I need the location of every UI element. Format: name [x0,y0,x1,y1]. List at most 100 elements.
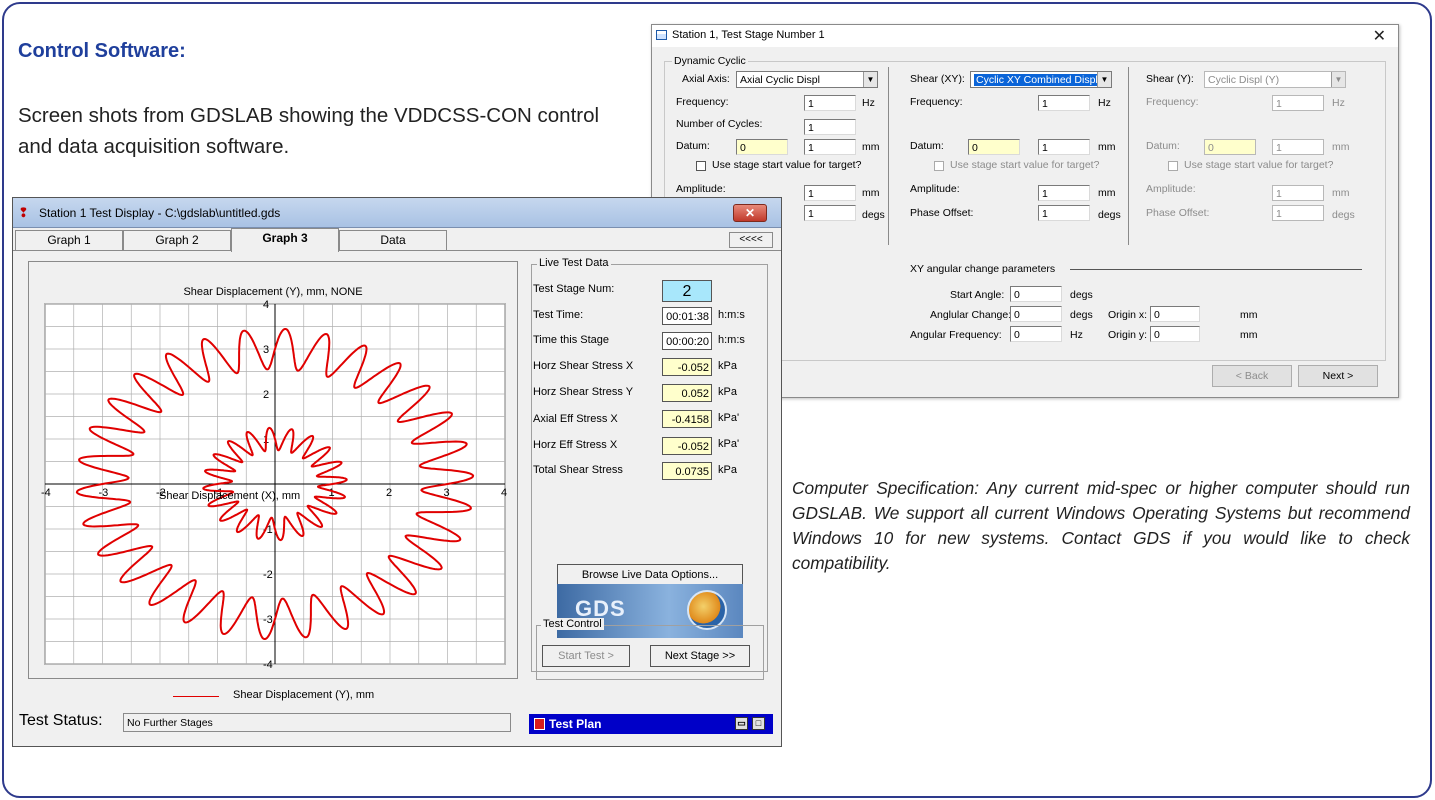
datum-label: Datum: [910,140,944,152]
dialog-app-icon [656,30,667,40]
description-text: Screen shots from GDSLAB showing the VDD… [18,104,600,158]
shear-y-select[interactable]: Cyclic Displ (Y) ▼ [1204,71,1346,88]
use-start-label: Use stage start value for target? [1184,159,1334,171]
start-angle-field[interactable]: 0 [1010,286,1062,302]
use-start-checkbox[interactable] [934,161,944,171]
close-icon[interactable]: ✕ [733,204,767,222]
y-tick-label: -2 [263,569,273,581]
y-tick-label: 4 [263,299,269,311]
live-label-stage: Test Stage Num: [533,283,615,295]
amplitude-label: Amplitude: [1146,183,1196,195]
frequency-unit: Hz [1098,97,1111,109]
datum-field-b[interactable]: 1 [804,139,856,155]
origin-y-label: Origin y: [1108,329,1148,341]
browse-live-data-button[interactable]: Browse Live Data Options... [557,564,743,586]
frequency-label: Frequency: [910,96,963,108]
live-unit-horz-eff: kPa' [718,438,740,450]
test-display-window: ❢ Station 1 Test Display - C:\gdslab\unt… [12,197,782,747]
legend-label: Shear Displacement (Y), mm [233,689,375,701]
chevron-down-icon: ▼ [1097,72,1111,87]
live-label-shear-y: Horz Shear Stress Y [533,386,634,398]
tab-graph-2[interactable]: Graph 2 [123,230,231,250]
phase-offset-label: Phase Offset: [910,207,974,219]
chevron-down-icon: ▼ [1331,72,1345,87]
live-value-total-shear: 0.0735 [662,462,712,480]
phase-offset-label: Phase Offset: [1146,207,1210,219]
phase-field[interactable]: 1 [1272,205,1324,221]
amplitude-label: Amplitude: [910,183,960,195]
group-label: Dynamic Cyclic [672,55,748,67]
restore-icon[interactable]: ▭ [735,717,748,730]
use-start-checkbox[interactable] [696,161,706,171]
tab-graph-1[interactable]: Graph 1 [15,230,123,250]
test-plan-label: Test Plan [549,717,602,731]
next-stage-button[interactable]: Next Stage >> [650,645,750,667]
angular-change-field[interactable]: 0 [1010,306,1062,322]
maximize-icon[interactable]: □ [752,717,765,730]
datum-field-a[interactable]: 0 [968,139,1020,155]
tab-graph-3[interactable]: Graph 3 [231,228,339,252]
live-value-stage-time: 00:00:20 [662,332,712,350]
traffic-light-icon: ❢ [18,205,29,220]
phase-field[interactable]: 1 [1038,205,1090,221]
live-value-test-time: 00:01:38 [662,307,712,325]
origin-x-unit: mm [1240,309,1258,321]
frequency-label: Frequency: [1146,96,1199,108]
cycles-field[interactable]: 1 [804,119,856,135]
live-test-data-title: Live Test Data [537,257,611,269]
graph-panel: Shear Displacement (Y), mm, NONE -4 -3 -2-… [28,261,518,679]
origin-x-field[interactable]: 0 [1150,306,1200,322]
start-test-button[interactable]: Start Test > [542,645,630,667]
use-start-checkbox[interactable] [1168,161,1178,171]
datum-field-b[interactable]: 1 [1038,139,1090,155]
live-value-shear-x: -0.052 [662,358,712,376]
amplitude-field[interactable]: 1 [1038,185,1090,201]
live-label-shear-x: Horz Shear Stress X [533,360,634,372]
y-tick-label: -4 [263,659,273,671]
close-icon[interactable]: ✕ [1373,26,1386,46]
datum-unit: mm [1332,141,1350,153]
frequency-field[interactable]: 1 [804,95,856,111]
live-unit-axial-eff: kPa' [718,412,740,424]
live-label-axial-eff: Axial Eff Stress X [533,413,618,425]
live-unit-total-shear: kPa [718,464,737,476]
axial-axis-label: Axial Axis: [682,73,730,85]
phase-unit: degs [862,209,885,221]
axial-axis-select[interactable]: Axial Cyclic Displ ▼ [736,71,878,88]
y-tick-label: 3 [263,344,269,356]
datum-field-a[interactable]: 0 [1204,139,1256,155]
amplitude-unit: mm [862,187,880,199]
origin-y-field[interactable]: 0 [1150,326,1200,342]
origin-x-label: Origin x: [1108,309,1148,321]
frequency-field[interactable]: 1 [1038,95,1090,111]
datum-label: Datum: [1146,140,1180,152]
datum-label: Datum: [676,140,710,152]
tab-data[interactable]: Data [339,230,447,250]
next-button[interactable]: Next > [1298,365,1378,387]
origin-y-unit: mm [1240,329,1258,341]
amplitude-field[interactable]: 1 [804,185,856,201]
back-button[interactable]: < Back [1212,365,1292,387]
frequency-field[interactable]: 1 [1272,95,1324,111]
datum-field-b[interactable]: 1 [1272,139,1324,155]
amplitude-field[interactable]: 1 [1272,185,1324,201]
angular-frequency-field[interactable]: 0 [1010,326,1062,342]
test-plan-bar[interactable]: Test Plan ▭ □ [529,714,773,734]
live-label-stage-time: Time this Stage [533,334,610,346]
window-titlebar: ❢ Station 1 Test Display - C:\gdslab\unt… [13,198,781,228]
x-tick-label: -4 [41,487,51,499]
globe-icon [687,590,727,630]
column-divider [888,67,889,245]
phase-field[interactable]: 1 [804,205,856,221]
live-value-stage: 2 [662,280,712,302]
live-label-total-shear: Total Shear Stress [533,464,623,476]
legend-line [173,696,219,697]
test-status-label: Test Status: [19,712,103,729]
datum-unit: mm [862,141,880,153]
live-unit-shear-x: kPa [718,360,737,372]
frequency-unit: Hz [1332,97,1345,109]
collapse-button[interactable]: <<<< [729,232,773,248]
shear-xy-select[interactable]: Cyclic XY Combined Displ ▼ [970,71,1112,88]
window-title: Station 1 Test Display - C:\gdslab\untit… [39,206,281,220]
datum-field-a[interactable]: 0 [736,139,788,155]
